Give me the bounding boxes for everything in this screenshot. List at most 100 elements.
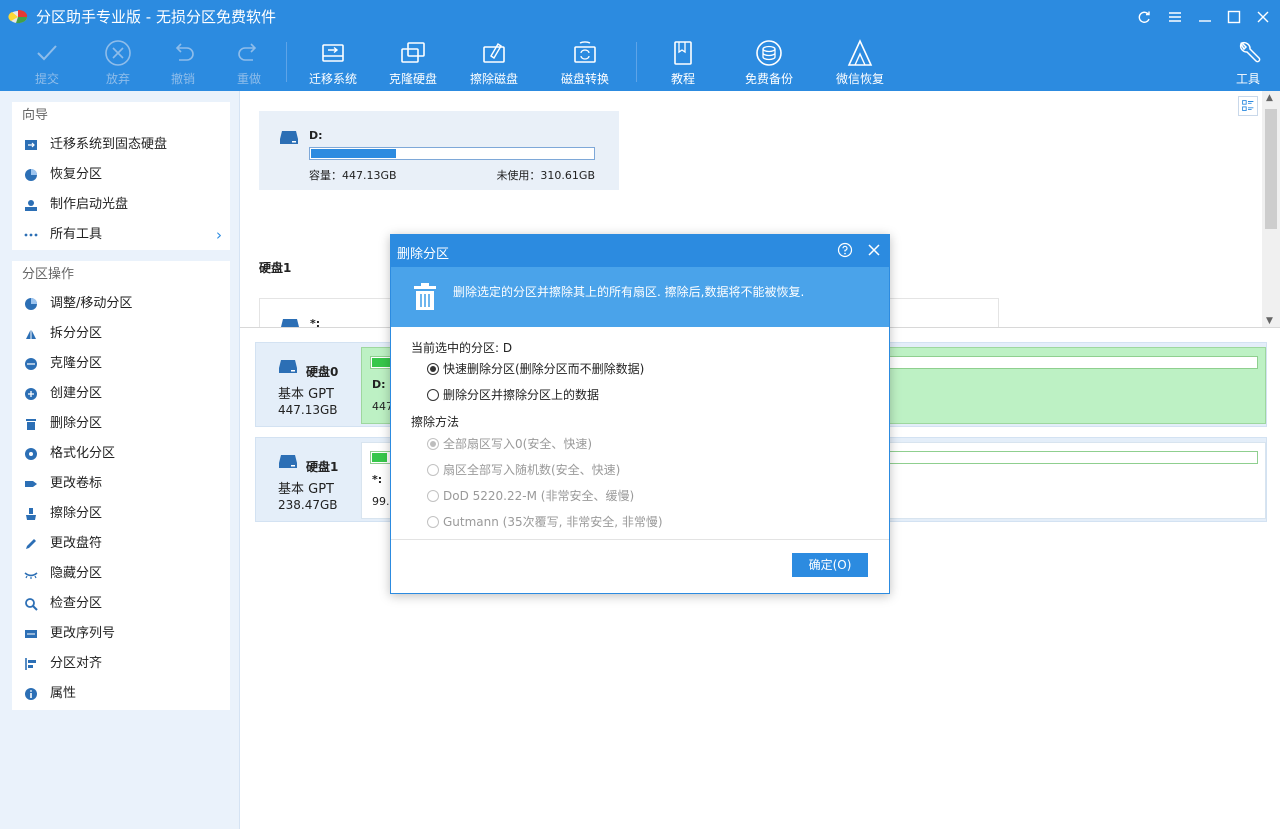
check-icon <box>37 45 57 61</box>
redo-button[interactable]: 重做 <box>209 36 289 88</box>
book-icon <box>674 41 692 65</box>
disk-name: 硬盘0 <box>306 365 339 379</box>
sidebar-item-op[interactable]: 克隆分区 <box>12 349 230 379</box>
volume-name: *: <box>310 317 321 328</box>
ok-button[interactable]: 确定(O) <box>792 553 868 577</box>
migrate-icon <box>25 140 37 150</box>
sidebar-item-op[interactable]: 更改序列号 <box>12 619 230 649</box>
hide-icon <box>24 572 38 579</box>
sidebar-item-label: 更改卷标 <box>50 476 103 491</box>
disk-info: 硬盘0 基本 GPT 447.13GB <box>256 343 356 426</box>
migrate-disk-icon <box>322 44 344 62</box>
clone-disk-button[interactable]: 克隆硬盘 <box>373 36 453 88</box>
sidebar-item-op[interactable]: 创建分区 <box>12 379 230 409</box>
close-icon[interactable] <box>865 241 883 259</box>
boot-disc-icon <box>25 200 37 211</box>
sidebar-item-label: 恢复分区 <box>50 167 103 182</box>
convert-disk-button[interactable]: 磁盘转换 <box>545 36 625 88</box>
wechat-recovery-button[interactable]: 微信恢复 <box>820 36 900 88</box>
wipe-disk-button[interactable]: 擦除磁盘 <box>454 36 534 88</box>
sidebar-item-boot-disc[interactable]: 制作启动光盘 <box>12 190 230 220</box>
sidebar-item-op[interactable]: 拆分分区 <box>12 319 230 349</box>
wechat-label: 微信恢复 <box>835 72 884 86</box>
volume-free: 未使用：310.61GB <box>496 169 595 182</box>
sidebar-item-label: 调整/移动分区 <box>50 296 133 311</box>
volume-name: D: <box>309 129 323 142</box>
sidebar-item-label: 克隆分区 <box>50 356 103 371</box>
sidebar-item-op[interactable]: 更改卷标 <box>12 469 230 499</box>
sidebar-item-op[interactable]: 属性 <box>12 679 230 709</box>
radio-label: 删除分区并擦除分区上的数据 <box>443 388 600 402</box>
disk-size: 238.47GB <box>278 498 338 512</box>
disk-icon <box>280 131 298 144</box>
disk-size: 447.13GB <box>278 403 338 417</box>
volume-usage-bar <box>309 147 595 160</box>
sidebar-item-recover-partition[interactable]: 恢复分区 <box>12 160 230 190</box>
free-backup-button[interactable]: 免费备份 <box>729 36 809 88</box>
sidebar-item-migrate-ssd[interactable]: 迁移系统到固态硬盘 <box>12 130 230 160</box>
refresh-button[interactable] <box>1133 6 1155 28</box>
cancel-circle-icon <box>105 40 131 66</box>
radio-checked-icon <box>427 363 439 375</box>
serial-icon <box>25 630 37 638</box>
delete-partition-dialog: 删除分区 删除选定的分区并擦除其上的所有扇区. 擦除后,数据将不能被恢复. 当前… <box>390 234 890 594</box>
sidebar-item-label: 迁移系统到固态硬盘 <box>50 137 168 152</box>
volume-card-d[interactable]: D: 容量：447.13GB 未使用：310.61GB <box>259 111 619 190</box>
sidebar-item-op[interactable]: 分区对齐 <box>12 649 230 679</box>
radio-label: 扇区全部写入随机数(安全、快速) <box>443 463 621 477</box>
menu-button[interactable] <box>1164 6 1186 28</box>
dialog-divider <box>391 539 889 540</box>
tutorial-button[interactable]: 教程 <box>643 36 723 88</box>
wipe-icon <box>26 508 36 520</box>
toolbar-separator <box>636 42 637 82</box>
disk-name: 硬盘1 <box>306 460 339 474</box>
sidebar-item-all-tools[interactable]: 所有工具 › <box>12 220 230 250</box>
radio-checked-icon <box>427 438 439 450</box>
migrate-os-button[interactable]: 迁移系统 <box>293 36 373 88</box>
sidebar-item-label: 隐藏分区 <box>50 566 103 581</box>
wipe-method-label: 擦除方法 <box>411 415 460 429</box>
close-button[interactable] <box>1252 6 1274 28</box>
sidebar-item-label: 格式化分区 <box>50 446 116 461</box>
disk-type: 基本 GPT <box>278 387 334 402</box>
sidebar-item-op[interactable]: 格式化分区 <box>12 439 230 469</box>
tools-button[interactable]: 工具 <box>1208 36 1280 88</box>
maximize-button[interactable] <box>1223 6 1245 28</box>
partition-name: D: <box>372 378 386 391</box>
sidebar-item-op[interactable]: 更改盘符 <box>12 529 230 559</box>
view-toggle-button[interactable] <box>1238 96 1258 116</box>
sidebar-item-label: 拆分分区 <box>50 326 103 341</box>
sidebar-item-op[interactable]: 擦除分区 <box>12 499 230 529</box>
recover-icon <box>25 169 37 181</box>
scroll-up-icon[interactable]: ▲ <box>1266 93 1273 103</box>
minimize-button[interactable] <box>1194 6 1216 28</box>
check-icon <box>25 598 38 611</box>
dialog-title-bar: 删除分区 <box>391 235 889 267</box>
app-logo-icon <box>8 9 28 24</box>
scroll-down-icon[interactable]: ▼ <box>1266 316 1273 326</box>
sidebar-item-label: 分区对齐 <box>50 656 103 671</box>
tutorial-label: 教程 <box>670 72 695 86</box>
wrench-icon <box>1239 41 1261 63</box>
vertical-scrollbar[interactable]: ▲ ▼ <box>1262 91 1280 327</box>
maximize-icon <box>1227 10 1241 24</box>
help-icon[interactable] <box>837 242 853 258</box>
resize-icon <box>25 298 37 310</box>
backup-label: 免费备份 <box>744 72 793 86</box>
clone-icon <box>25 358 37 370</box>
scrollbar-thumb[interactable] <box>1265 109 1277 229</box>
radio-label: Gutmann (35次覆写, 非常安全, 非常慢) <box>443 515 663 529</box>
commit-button[interactable]: 提交 <box>7 36 87 88</box>
sidebar-item-op[interactable]: 隐藏分区 <box>12 559 230 589</box>
radio-label: 快速删除分区(删除分区而不删除数据) <box>443 362 645 376</box>
undo-icon <box>175 43 194 61</box>
partition-ops-title: 分区操作 <box>22 267 75 282</box>
sidebar-item-op[interactable]: 删除分区 <box>12 409 230 439</box>
title-bar: 分区助手专业版 - 无损分区免费软件 <box>0 0 1280 32</box>
partition-name: *: <box>372 473 383 486</box>
backup-icon <box>756 40 782 66</box>
sidebar-item-op[interactable]: 调整/移动分区 <box>12 289 230 319</box>
current-partition-label: 当前选中的分区: D <box>411 341 513 355</box>
wizard-title: 向导 <box>22 108 49 123</box>
sidebar-item-op[interactable]: 检查分区 <box>12 589 230 619</box>
